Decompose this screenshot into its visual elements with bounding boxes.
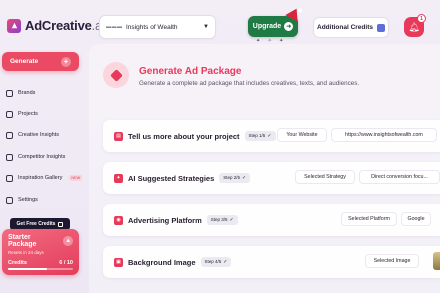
check-icon: ✓	[242, 175, 247, 181]
package-icon: ▲	[63, 236, 73, 246]
logo-text: AdCreative	[25, 18, 92, 33]
step-title: Tell us more about your project	[128, 131, 240, 141]
sidebar-item-label: Settings	[18, 197, 38, 203]
plan-card[interactable]: Starter Package ▲ Resets in 24 days Cred…	[2, 229, 79, 275]
chip-label: Selected Strategy	[295, 170, 355, 184]
new-badge: NEW	[69, 175, 83, 181]
page-header: Generate Ad Package Generate a complete …	[103, 62, 359, 88]
insights-icon	[6, 131, 13, 139]
bell-icon: 🔔︎	[408, 21, 420, 32]
step-title: Advertising Platform	[128, 215, 202, 225]
projects-icon	[6, 110, 13, 118]
arrow-right-icon: ➜	[284, 22, 294, 31]
credits-count: 6 / 10	[59, 260, 73, 266]
step-title: Background Image	[128, 257, 196, 267]
platform-icon: ◉	[114, 215, 123, 225]
step-pill: Step 1/5 ✓	[244, 131, 276, 141]
gallery-icon	[6, 174, 13, 182]
gear-icon	[6, 196, 13, 204]
sidebar-item-creative-insights[interactable]: Creative Insights	[6, 129, 59, 141]
sidebar-item-competitor-insights[interactable]: Competitor Insights	[6, 151, 65, 163]
sidebar-item-brands[interactable]: Brands	[6, 87, 35, 99]
step-card-project[interactable]: ▤ Tell us more about your project Step 1…	[103, 120, 440, 152]
sidebar-item-inspiration-gallery[interactable]: Inspiration Gallery NEW	[6, 172, 83, 184]
gift-icon	[58, 221, 64, 227]
check-icon: ✓	[267, 133, 272, 139]
chip-label: Selected Image	[365, 254, 419, 268]
main-panel: Generate Ad Package Generate a complete …	[89, 44, 440, 293]
additional-credits-button[interactable]: Additional Credits	[313, 17, 389, 38]
sidebar-item-label: Creative Insights	[18, 132, 59, 138]
chevron-down-icon: ▼	[203, 24, 209, 30]
upgrade-button[interactable]: Upgrade ➜	[248, 16, 298, 37]
sidebar-item-projects[interactable]: Projects	[6, 108, 38, 120]
competitor-icon	[6, 153, 13, 161]
notifications-badge: 1	[417, 14, 426, 23]
logo[interactable]: AdCreative.ai	[7, 18, 105, 33]
step-pill: Step 2/5 ✓	[219, 173, 251, 183]
page-subtitle: Generate a complete ad package that incl…	[139, 80, 360, 87]
credits-icon	[376, 23, 385, 32]
platform-value: Google	[401, 212, 431, 226]
project-logo-icon: ▬▬▬	[106, 24, 123, 30]
sidebar-item-label: Brands	[18, 90, 36, 96]
image-icon: ▣	[114, 257, 123, 267]
chip-label: Selected Platform	[341, 212, 397, 226]
sidebar-item-settings[interactable]: Settings	[6, 194, 38, 206]
step-pill: Step 4/5 ✓	[200, 257, 232, 267]
project-select[interactable]: ▬▬▬ Insights of Wealth ▼	[99, 15, 216, 39]
credits-progress-fill	[8, 268, 47, 270]
website-value: https://www.insightsofwealth.com	[331, 128, 437, 142]
credits-label: Credits	[8, 260, 27, 266]
sidebar-item-label: Inspiration Gallery	[18, 175, 63, 181]
chip-label: Your Website	[277, 128, 327, 142]
sidebar-item-label: Projects	[18, 111, 38, 117]
plus-icon: +	[61, 56, 71, 67]
step-card-platform[interactable]: ◉ Advertising Platform Step 3/5 ✓ Selecte…	[103, 204, 440, 236]
page-title: Generate Ad Package	[139, 66, 242, 77]
step-card-background[interactable]: ▣ Background Image Step 4/5 ✓ Selected Im…	[103, 246, 440, 278]
brands-icon	[6, 89, 13, 97]
additional-credits-label: Additional Credits	[317, 24, 373, 31]
ai-icon: ✦	[114, 173, 123, 183]
logo-mark-icon	[7, 18, 21, 33]
document-icon: ▤	[114, 131, 123, 141]
strategy-value: Direct conversion focu...	[359, 170, 440, 184]
get-free-credits-label: Get Free Credits	[16, 221, 56, 227]
check-icon: ✓	[223, 259, 228, 265]
upgrade-label: Upgrade	[252, 23, 282, 30]
background-image-thumbnail[interactable]	[433, 252, 440, 270]
project-select-label: Insights of Wealth	[126, 23, 178, 31]
generate-button[interactable]: Generate +	[2, 52, 79, 71]
step-pill: Step 3/5 ✓	[206, 215, 238, 225]
sidebar-item-label: Competitor Insights	[18, 154, 66, 160]
package-icon	[103, 62, 129, 88]
generate-label: Generate	[10, 58, 39, 65]
plan-name: Starter Package	[8, 234, 37, 248]
credits-progress-bar	[8, 268, 73, 270]
step-title: AI Suggested Strategies	[128, 173, 215, 183]
step-card-strategies[interactable]: ✦ AI Suggested Strategies Step 2/5 ✓ Sele…	[103, 162, 440, 194]
plan-reset-text: Resets in 24 days	[8, 250, 44, 255]
check-icon: ✓	[229, 217, 234, 223]
